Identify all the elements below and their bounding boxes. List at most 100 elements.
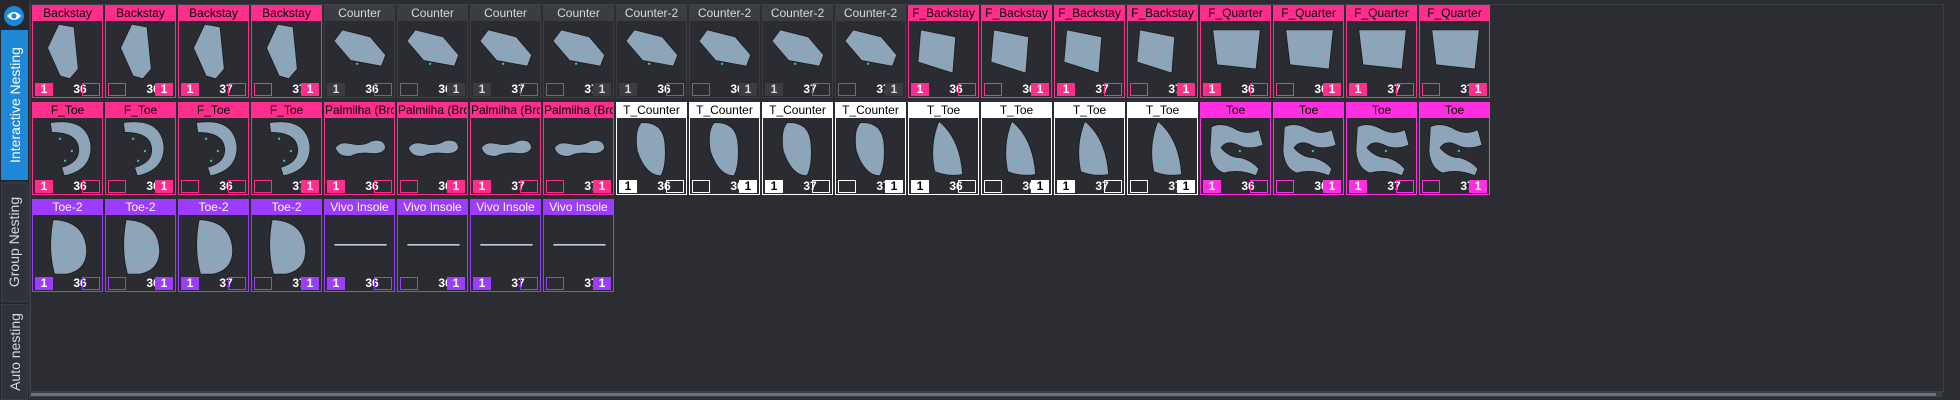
piece-card[interactable]: F_Quarter 37 1 <box>1419 5 1490 98</box>
piece-left-badge[interactable]: 1 <box>181 83 199 96</box>
piece-card[interactable]: Backstay 1 37 <box>178 5 249 98</box>
piece-left-badge[interactable]: 1 <box>35 83 53 96</box>
piece-card[interactable]: T_Toe 37 1 <box>1127 102 1198 195</box>
piece-right-badge[interactable] <box>82 83 100 96</box>
piece-left-badge[interactable]: 1 <box>911 83 929 96</box>
piece-left-badge[interactable]: 1 <box>327 83 345 96</box>
piece-card[interactable]: F_Toe 37 1 <box>251 102 322 195</box>
piece-left-badge[interactable]: 1 <box>619 83 637 96</box>
piece-left-badge[interactable]: 1 <box>765 180 783 193</box>
piece-card[interactable]: Toe 37 1 <box>1419 102 1490 195</box>
piece-left-badge[interactable] <box>1276 180 1294 193</box>
piece-left-badge[interactable]: 1 <box>181 277 199 290</box>
piece-right-badge[interactable]: 1 <box>885 180 903 193</box>
piece-left-badge[interactable]: 1 <box>327 180 345 193</box>
horizontal-scrollbar[interactable] <box>30 392 1942 397</box>
piece-card[interactable]: Toe-2 37 1 <box>251 199 322 292</box>
piece-right-badge[interactable] <box>1250 83 1268 96</box>
piece-right-badge[interactable] <box>520 277 538 290</box>
piece-card[interactable]: Toe 1 36 <box>1200 102 1271 195</box>
eye-icon[interactable] <box>4 6 24 26</box>
piece-card[interactable]: F_Quarter 36 1 <box>1273 5 1344 98</box>
piece-card[interactable]: Backstay 37 1 <box>251 5 322 98</box>
piece-left-badge[interactable] <box>181 180 199 193</box>
piece-left-badge[interactable]: 1 <box>619 180 637 193</box>
piece-left-badge[interactable] <box>254 180 272 193</box>
piece-left-badge[interactable]: 1 <box>1057 83 1075 96</box>
piece-card[interactable]: Toe-2 1 37 <box>178 199 249 292</box>
piece-card[interactable]: F_Toe 1 36 <box>32 102 103 195</box>
piece-right-badge[interactable]: 1 <box>447 277 465 290</box>
piece-right-badge[interactable] <box>520 180 538 193</box>
piece-right-badge[interactable]: 1 <box>593 83 611 96</box>
piece-right-badge[interactable]: 1 <box>1177 180 1195 193</box>
piece-card[interactable]: Counter-2 36 1 <box>689 5 760 98</box>
piece-card[interactable]: F_Toe 36 1 <box>105 102 176 195</box>
piece-left-badge[interactable] <box>1130 180 1148 193</box>
piece-card[interactable]: Vivo Insole 36 1 <box>397 199 468 292</box>
piece-left-badge[interactable] <box>1422 180 1440 193</box>
piece-right-badge[interactable]: 1 <box>447 180 465 193</box>
piece-card[interactable]: Palmilha (Broca 2371 <box>543 102 614 195</box>
piece-left-badge[interactable] <box>108 180 126 193</box>
piece-left-badge[interactable]: 1 <box>1349 83 1367 96</box>
piece-left-badge[interactable] <box>1422 83 1440 96</box>
piece-card[interactable]: T_Toe 1 37 <box>1054 102 1125 195</box>
piece-card[interactable]: T_Toe 1 36 <box>908 102 979 195</box>
piece-left-badge[interactable] <box>108 277 126 290</box>
piece-card[interactable]: F_Quarter 1 36 <box>1200 5 1271 98</box>
piece-card[interactable]: T_Counter 36 1 <box>689 102 760 195</box>
piece-right-badge[interactable] <box>812 180 830 193</box>
piece-card[interactable]: Counter 1 36 <box>324 5 395 98</box>
tab-group-nesting[interactable]: Group Nesting <box>1 182 28 302</box>
scrollbar-thumb[interactable] <box>31 393 1936 396</box>
piece-left-badge[interactable] <box>838 180 856 193</box>
piece-card[interactable]: F_Backstay 37 1 <box>1127 5 1198 98</box>
piece-card[interactable]: T_Counter 1 37 <box>762 102 833 195</box>
piece-right-badge[interactable]: 1 <box>593 180 611 193</box>
piece-right-badge[interactable] <box>666 180 684 193</box>
piece-right-badge[interactable] <box>1396 83 1414 96</box>
piece-left-badge[interactable]: 1 <box>473 277 491 290</box>
piece-right-badge[interactable] <box>374 180 392 193</box>
piece-left-badge[interactable] <box>692 83 710 96</box>
piece-card[interactable]: Palmilha (Broca 2137 <box>470 102 541 195</box>
piece-left-badge[interactable] <box>1130 83 1148 96</box>
piece-right-badge[interactable] <box>228 277 246 290</box>
piece-card[interactable]: Toe 1 37 <box>1346 102 1417 195</box>
piece-right-badge[interactable] <box>1104 180 1122 193</box>
piece-left-badge[interactable] <box>546 180 564 193</box>
piece-left-badge[interactable] <box>400 277 418 290</box>
piece-right-badge[interactable] <box>958 83 976 96</box>
piece-card[interactable]: F_Backstay 1 37 <box>1054 5 1125 98</box>
piece-right-badge[interactable] <box>812 83 830 96</box>
piece-left-badge[interactable] <box>692 180 710 193</box>
piece-left-badge[interactable] <box>546 277 564 290</box>
piece-right-badge[interactable]: 1 <box>1031 83 1049 96</box>
piece-card[interactable]: Counter 37 1 <box>543 5 614 98</box>
piece-right-badge[interactable] <box>82 277 100 290</box>
piece-right-badge[interactable]: 1 <box>1177 83 1195 96</box>
piece-left-badge[interactable]: 1 <box>1349 180 1367 193</box>
piece-right-badge[interactable] <box>374 83 392 96</box>
piece-left-badge[interactable] <box>984 180 1002 193</box>
piece-card[interactable]: Counter 36 1 <box>397 5 468 98</box>
piece-card[interactable]: Counter-2 1 37 <box>762 5 833 98</box>
piece-right-badge[interactable] <box>666 83 684 96</box>
piece-left-badge[interactable]: 1 <box>1203 180 1221 193</box>
piece-right-badge[interactable] <box>1396 180 1414 193</box>
piece-left-badge[interactable]: 1 <box>911 180 929 193</box>
piece-left-badge[interactable]: 1 <box>473 180 491 193</box>
piece-right-badge[interactable]: 1 <box>301 83 319 96</box>
piece-right-badge[interactable]: 1 <box>1469 83 1487 96</box>
piece-card[interactable]: F_Backstay 1 36 <box>908 5 979 98</box>
piece-card[interactable]: Vivo Insole 1 37 <box>470 199 541 292</box>
piece-card[interactable]: T_Toe 36 1 <box>981 102 1052 195</box>
piece-right-badge[interactable] <box>228 83 246 96</box>
piece-card[interactable]: F_Backstay 36 1 <box>981 5 1052 98</box>
piece-right-badge[interactable]: 1 <box>155 277 173 290</box>
piece-card[interactable]: Palmilha (Broca 2361 <box>397 102 468 195</box>
piece-card[interactable]: Backstay 36 1 <box>105 5 176 98</box>
piece-left-badge[interactable]: 1 <box>35 277 53 290</box>
piece-right-badge[interactable]: 1 <box>739 180 757 193</box>
